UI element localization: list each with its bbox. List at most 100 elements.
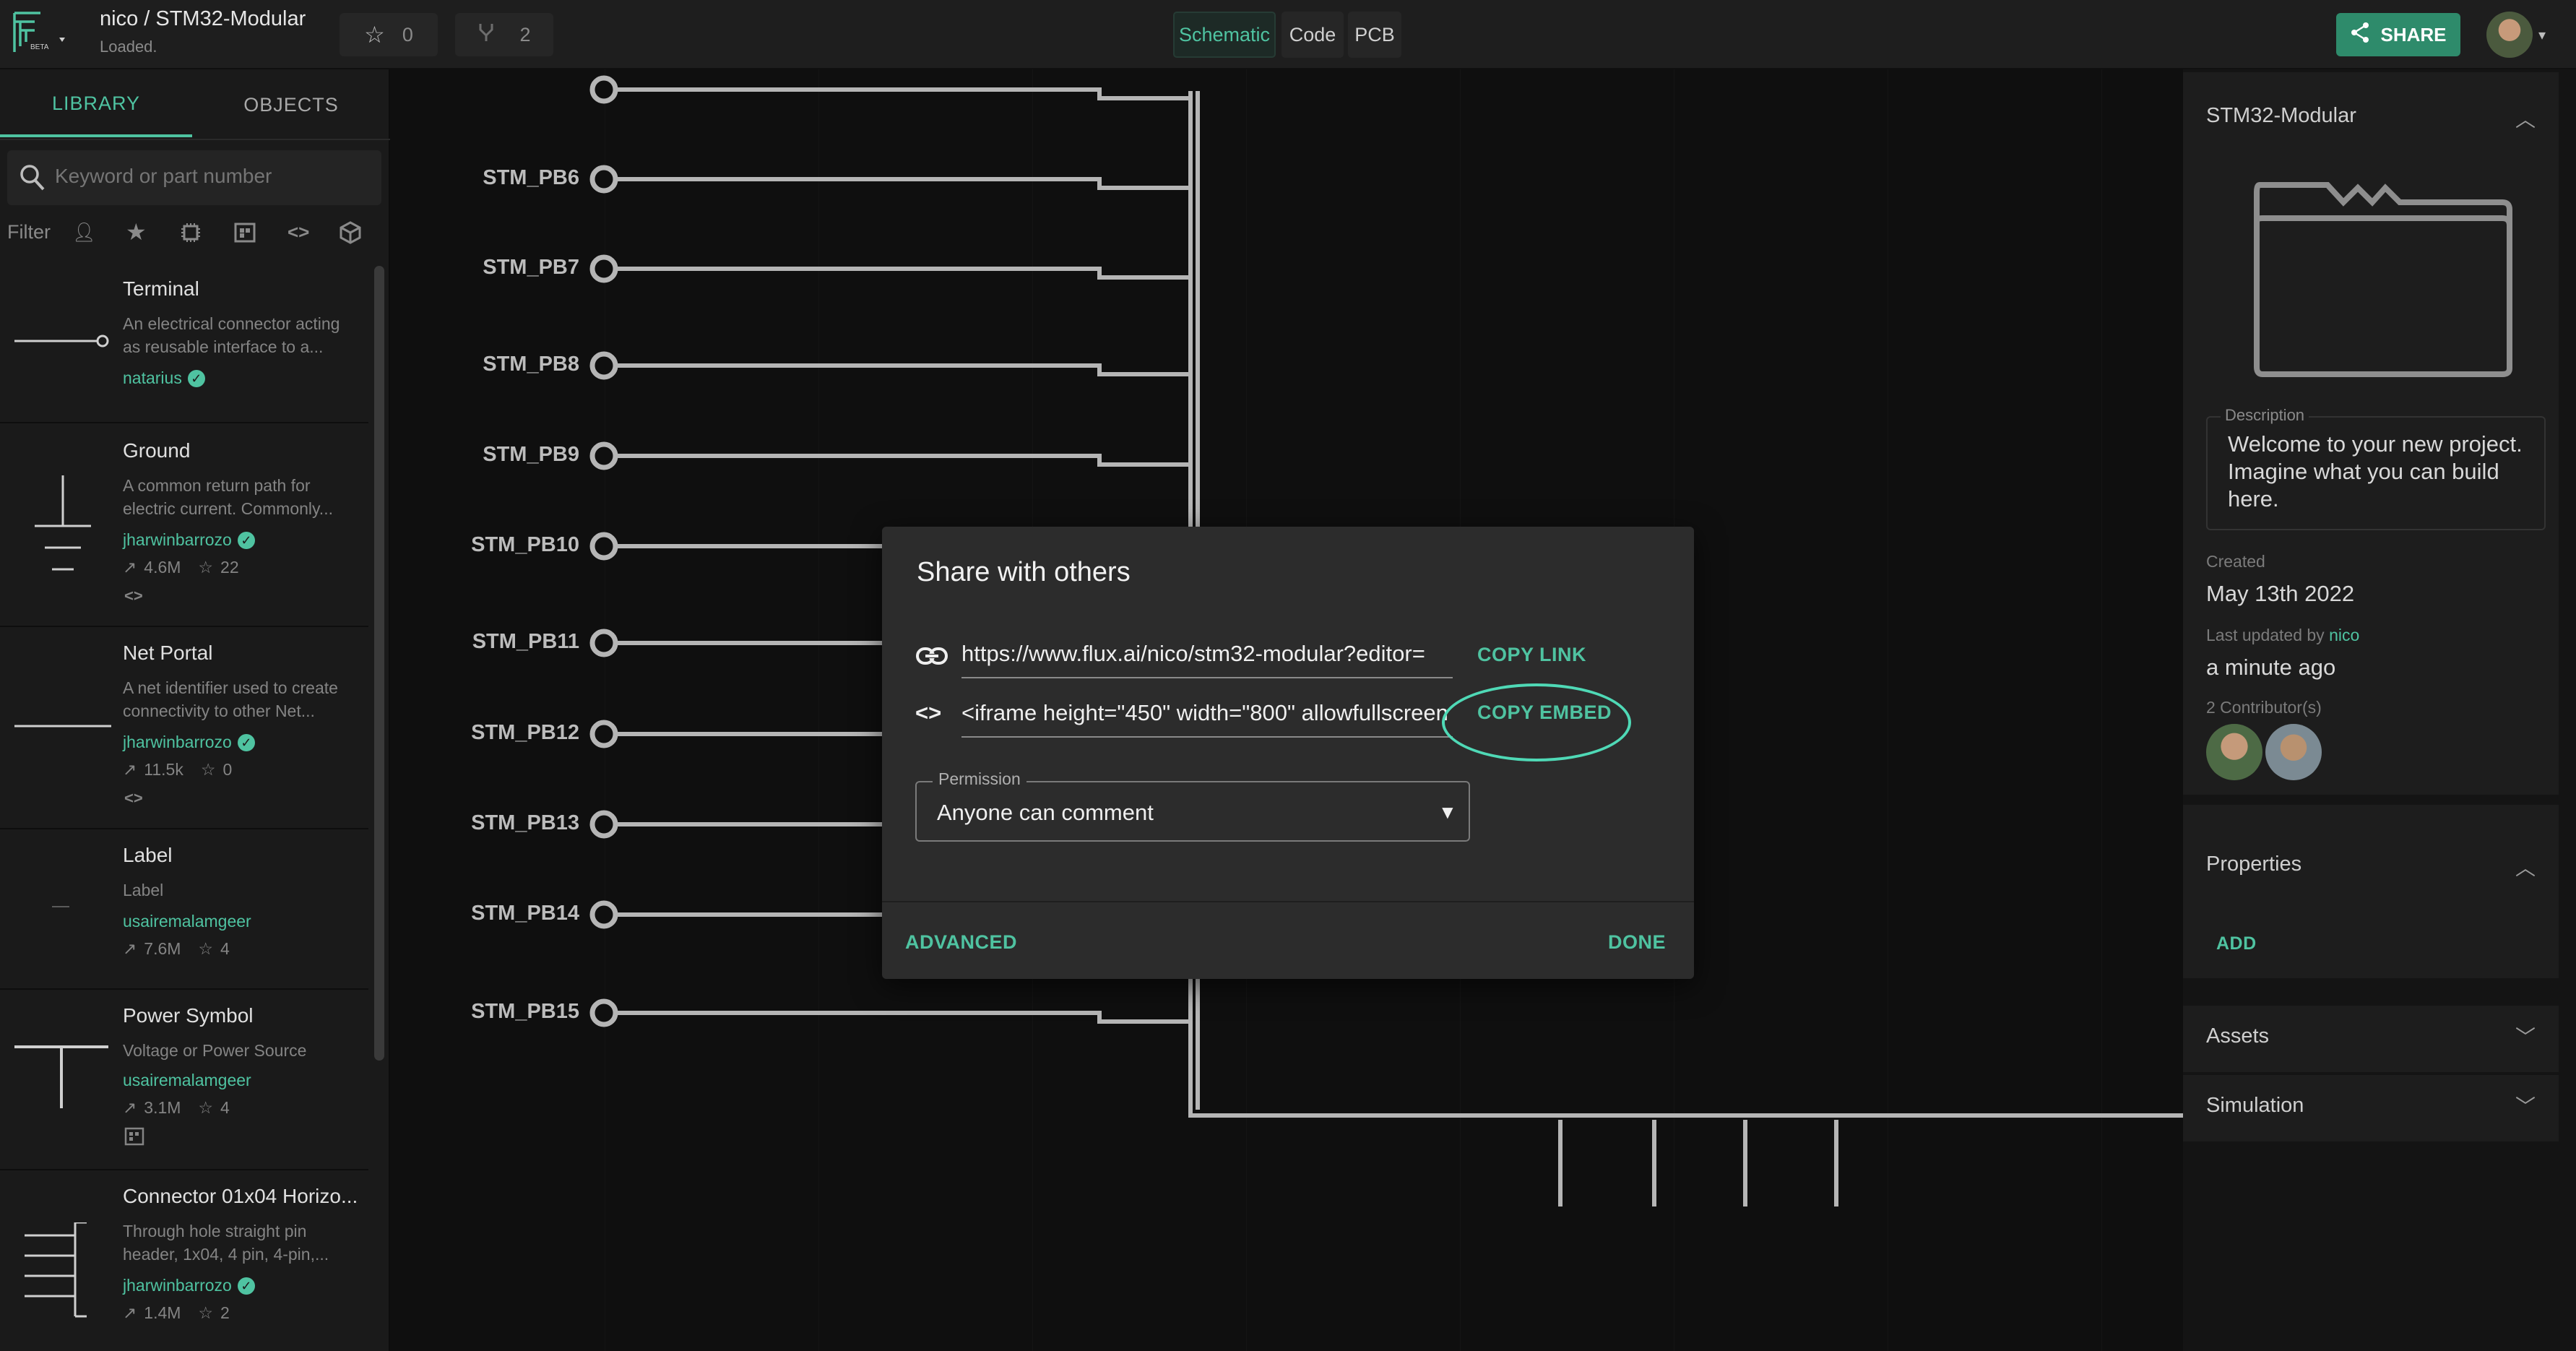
updated-time: a minute ago xyxy=(2206,655,2336,680)
list-item[interactable]: Net Portal A net identifier used to crea… xyxy=(0,627,368,829)
permission-select[interactable]: Permission Anyone can comment ▼ xyxy=(915,769,1470,842)
item-author[interactable]: usairemalamgeer xyxy=(123,912,251,931)
user-avatar[interactable] xyxy=(2486,12,2533,58)
filter-cube-icon[interactable] xyxy=(340,221,361,248)
list-item[interactable]: Terminal An electrical connector acting … xyxy=(0,266,368,423)
updated-by-link[interactable]: nico xyxy=(2329,626,2359,644)
tab-pcb[interactable]: PCB xyxy=(1348,12,1401,58)
chevron-down-icon[interactable]: ﹀ xyxy=(2515,1091,2536,1120)
pin-terminal[interactable] xyxy=(589,351,618,380)
item-author[interactable]: jharwinbarrozo ✓ xyxy=(123,733,255,752)
created-date: May 13th 2022 xyxy=(2206,581,2355,606)
tab-divider xyxy=(0,139,390,140)
done-button[interactable]: DONE xyxy=(1608,931,1666,954)
chevron-up-icon[interactable]: ︿ xyxy=(2515,104,2536,133)
pin-terminal[interactable] xyxy=(589,441,618,470)
item-title: Connector 01x04 Horizo... xyxy=(123,1185,358,1207)
contributor-avatar[interactable] xyxy=(2265,724,2322,780)
simulation-card[interactable]: Simulation ﹀ xyxy=(2183,1075,2559,1141)
copy-embed-highlight xyxy=(1442,683,1631,761)
properties-title[interactable]: Properties xyxy=(2206,853,2301,876)
item-description: A common return path for electric curren… xyxy=(123,476,333,518)
trending-icon: ↗ xyxy=(123,1098,137,1117)
chevron-down-icon[interactable]: ▾ xyxy=(2538,26,2546,44)
contributors-label: 2 Contributor(s) xyxy=(2206,698,2322,717)
chevron-up-icon[interactable]: ︿ xyxy=(2515,853,2536,881)
filter-user-icon[interactable]: 👤︎ xyxy=(72,221,96,243)
pin-terminal[interactable] xyxy=(589,810,618,839)
code-icon: <> xyxy=(915,700,942,725)
tab-library[interactable]: LIBRARY xyxy=(0,72,192,137)
filter-board-icon[interactable] xyxy=(234,223,256,246)
advanced-button[interactable]: ADVANCED xyxy=(905,931,1017,954)
pin-terminal[interactable] xyxy=(589,532,618,561)
item-description: A net identifier used to create connecti… xyxy=(123,678,338,720)
share-button[interactable]: SHARE xyxy=(2336,13,2460,56)
item-title: Terminal xyxy=(123,277,199,300)
list-item[interactable]: Power Symbol Voltage or Power Source usa… xyxy=(0,990,368,1170)
verified-icon: ✓ xyxy=(237,1277,255,1295)
chevron-down-icon[interactable]: ﹀ xyxy=(2515,1022,2536,1050)
copy-link-button[interactable]: COPY LINK xyxy=(1477,644,1586,666)
description-field[interactable]: Description Welcome to your new project.… xyxy=(2206,406,2546,530)
library-scrollbar[interactable] xyxy=(374,266,384,1061)
dialog-title: Share with others xyxy=(917,557,1131,587)
verified-icon: ✓ xyxy=(237,531,255,549)
tab-code[interactable]: Code xyxy=(1281,12,1344,58)
trending-icon: ↗ xyxy=(123,760,137,779)
assets-card[interactable]: Assets ﹀ xyxy=(2183,1006,2559,1072)
pin-terminal[interactable] xyxy=(589,75,618,104)
item-stats: ↗ 4.6M ☆ 22 xyxy=(123,558,239,577)
add-property-button[interactable]: ADD xyxy=(2216,933,2257,954)
item-author[interactable]: natarius ✓ xyxy=(123,368,205,388)
contributor-avatar[interactable] xyxy=(2206,724,2262,780)
fork-button[interactable]: 2 xyxy=(455,13,553,56)
assets-title: Assets xyxy=(2206,1024,2270,1048)
item-title: Label xyxy=(123,844,173,866)
filter-label: Filter xyxy=(7,221,51,243)
pin-label: STM_PB11 xyxy=(472,630,579,653)
tab-schematic[interactable]: Schematic xyxy=(1173,12,1276,58)
search-input[interactable]: Keyword or part number xyxy=(7,150,381,205)
pin-label: STM_PB12 xyxy=(471,721,579,744)
star-icon: ☆ xyxy=(198,558,214,577)
fork-icon xyxy=(477,22,495,48)
trending-icon: ↗ xyxy=(123,558,137,577)
pin-terminal[interactable] xyxy=(589,900,618,929)
item-author[interactable]: jharwinbarrozo ✓ xyxy=(123,1276,255,1295)
properties-card: Properties ︿ ADD xyxy=(2183,805,2559,978)
item-author[interactable]: usairemalamgeer xyxy=(123,1071,251,1090)
project-path[interactable]: nico / STM32-Modular xyxy=(100,7,306,31)
code-icon: <> xyxy=(124,587,143,605)
star-icon: ☆ xyxy=(198,1303,214,1322)
verified-icon: ✓ xyxy=(237,733,255,751)
pin-terminal[interactable] xyxy=(589,629,618,657)
star-button[interactable]: ☆ 0 xyxy=(340,13,438,56)
filter-chip-icon[interactable] xyxy=(181,223,201,246)
embed-code-field[interactable]: <iframe height="450" width="800" allowfu… xyxy=(961,700,1453,738)
filter-star-icon[interactable]: ★ xyxy=(126,218,147,246)
item-description: Label xyxy=(123,881,164,899)
star-icon: ☆ xyxy=(198,1098,214,1117)
pin-label: STM_PB10 xyxy=(471,533,579,556)
filter-code-icon[interactable]: <> xyxy=(288,221,309,243)
star-icon: ☆ xyxy=(200,760,216,779)
list-item[interactable]: Label Label usairemalamgeer ↗ 7.6M ☆ 4 xyxy=(0,829,368,990)
beta-label: BETA xyxy=(30,43,49,51)
item-author[interactable]: jharwinbarrozo ✓ xyxy=(123,530,255,550)
star-icon: ☆ xyxy=(364,22,385,48)
description-label: Description xyxy=(2221,406,2309,425)
tab-objects[interactable]: OBJECTS xyxy=(195,72,387,137)
item-stats: ↗ 11.5k ☆ 0 xyxy=(123,760,233,779)
pin-label: STM_PB13 xyxy=(471,811,579,834)
load-status: Loaded. xyxy=(100,38,157,56)
pin-terminal[interactable] xyxy=(589,998,618,1027)
pin-terminal[interactable] xyxy=(589,254,618,283)
list-item[interactable]: Ground A common return path for electric… xyxy=(0,423,368,627)
dialog-footer: ADVANCED DONE xyxy=(882,901,1694,979)
list-item[interactable]: Connector 01x04 Horizo... Through hole s… xyxy=(0,1170,368,1351)
share-label: SHARE xyxy=(2380,23,2447,46)
pin-terminal[interactable] xyxy=(589,720,618,748)
share-link-field[interactable]: https://www.flux.ai/nico/stm32-modular?e… xyxy=(961,641,1453,678)
pin-terminal[interactable] xyxy=(589,165,618,194)
